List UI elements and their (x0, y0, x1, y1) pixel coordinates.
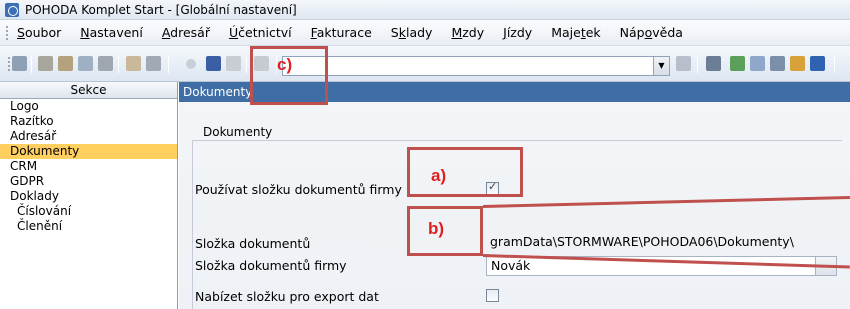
annotation-c-label: c) (277, 55, 293, 74)
menu-item[interactable]: Nastavení (80, 25, 143, 40)
check-icon[interactable] (146, 56, 161, 71)
group-frame (192, 140, 193, 309)
sidebar-item[interactable]: Členění (0, 219, 177, 234)
sidebar-item[interactable]: GDPR (0, 174, 177, 189)
group-title: Dokumenty (199, 125, 277, 139)
preview-icon[interactable] (78, 56, 93, 71)
menu-grip (6, 25, 10, 40)
filter-icon[interactable] (676, 56, 691, 71)
users-icon[interactable] (58, 56, 73, 71)
save-icon[interactable] (206, 56, 221, 71)
open-icon[interactable] (38, 56, 53, 71)
toolbar-separator (118, 55, 119, 73)
sidebar-item[interactable]: CRM (0, 159, 177, 174)
menu-item[interactable]: Sklady (391, 25, 433, 40)
documents-folder-field[interactable]: gramData\STORMWARE\POHODA06\Dokumenty\ (486, 233, 850, 253)
documents-folder-label: Složka dokumentů (195, 236, 311, 251)
window-title: POHODA Komplet Start - [Globální nastave… (25, 2, 297, 17)
folder-icon[interactable] (706, 56, 721, 71)
menu-item[interactable]: Nápověda (620, 25, 683, 40)
annotation-b-label: b) (428, 219, 445, 238)
group-frame (192, 140, 842, 141)
menu-item[interactable]: Majetek (551, 25, 600, 40)
toolbar-separator (246, 55, 247, 73)
toolbar: ▼ (0, 46, 850, 82)
sidebar-item[interactable]: Číslování (0, 204, 177, 219)
annotation-b-box (407, 206, 483, 256)
coins-icon[interactable] (790, 56, 805, 71)
menu-bar: Soubor Nastavení Adresář Účetnictví Fakturac… (0, 20, 850, 46)
section-sidebar: Sekce Logo Razítko Adresář Dokumenty CRM GDPR… (0, 82, 178, 309)
toolbar-separator (31, 55, 32, 73)
toolbar-combo[interactable]: ▼ (282, 56, 670, 76)
sidebar-item[interactable]: Doklady (0, 189, 177, 204)
calculator-icon[interactable] (770, 56, 785, 71)
company-folder-label: Složka dokumentů firmy (195, 258, 347, 273)
help-icon[interactable] (126, 56, 141, 71)
app-icon (5, 2, 19, 17)
annotation-a-box (407, 147, 523, 197)
menu-item[interactable]: Účetnictví (229, 25, 292, 40)
back-icon[interactable] (186, 59, 196, 69)
sidebar-item[interactable]: Logo (0, 99, 177, 114)
menu-item[interactable]: Adresář (162, 25, 210, 40)
table-icon[interactable] (750, 56, 765, 71)
iban-icon[interactable] (810, 56, 825, 71)
menu-item[interactable]: Soubor (17, 25, 61, 40)
title-bar: POHODA Komplet Start - [Globální nastave… (0, 0, 850, 20)
toolbar-separator (834, 55, 835, 73)
export-folder-checkbox[interactable] (486, 289, 499, 302)
section-list: Logo Razítko Adresář Dokumenty CRM GDPR Doklad… (0, 99, 177, 234)
menu-item[interactable]: Mzdy (451, 25, 484, 40)
annotation-a-label: a) (431, 166, 447, 185)
sidebar-header: Sekce (0, 82, 177, 99)
menu-item[interactable]: Jízdy (503, 25, 532, 40)
sidebar-item[interactable]: Adresář (0, 129, 177, 144)
toolbar-separator (697, 55, 698, 73)
diamond-icon[interactable] (730, 56, 745, 71)
toolbar-separator (168, 55, 169, 73)
save-copy-icon[interactable] (226, 56, 241, 71)
print-icon[interactable] (98, 56, 113, 71)
export-folder-label: Nabízet složku pro export dat (195, 289, 379, 304)
chevron-down-icon[interactable]: ▼ (653, 57, 669, 75)
use-company-folder-label: Používat složku dokumentů firmy (195, 182, 402, 197)
sidebar-item[interactable]: Dokumenty (0, 144, 177, 159)
menu-item[interactable]: Fakturace (311, 25, 372, 40)
sidebar-item[interactable]: Razítko (0, 114, 177, 129)
exit-icon[interactable] (12, 56, 27, 71)
